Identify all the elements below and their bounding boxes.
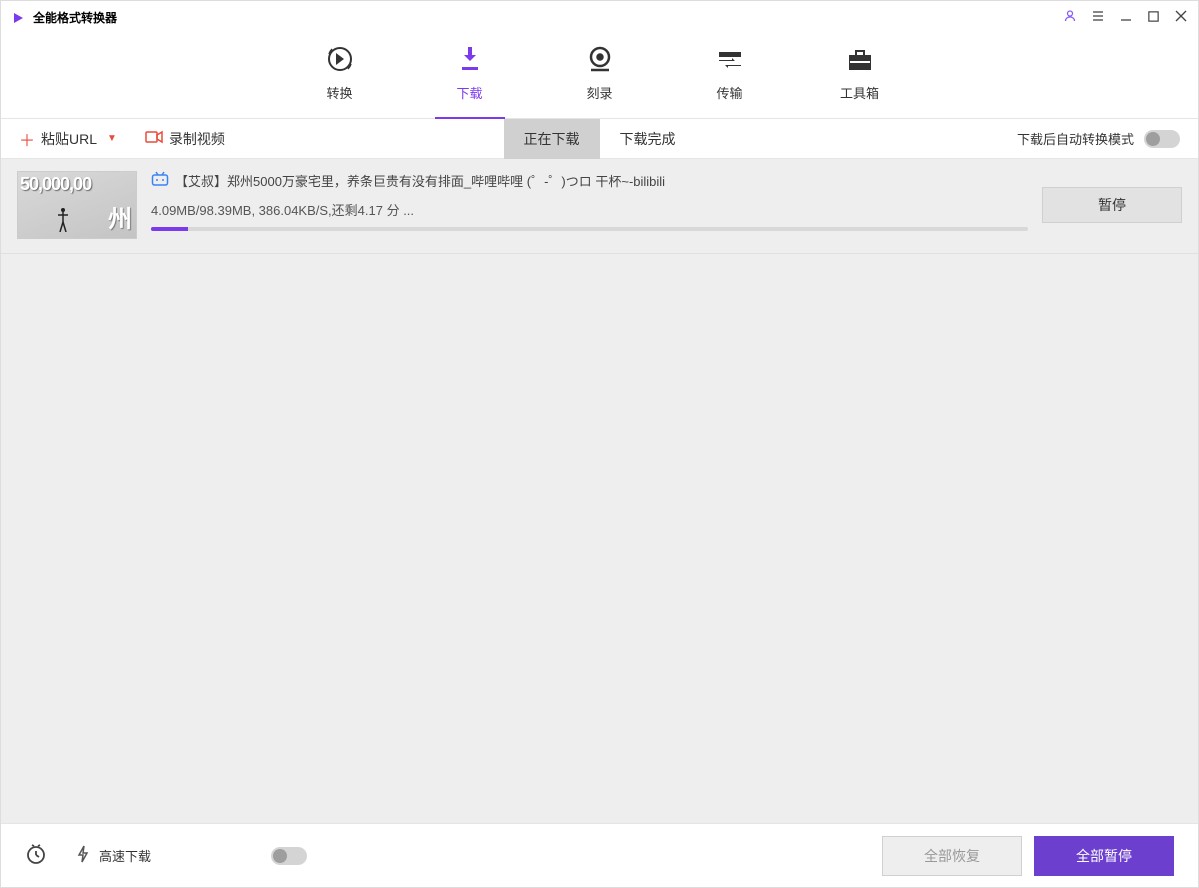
pause-label: 暂停 xyxy=(1098,195,1126,215)
bolt-icon xyxy=(77,845,89,866)
record-video-label: 录制视频 xyxy=(169,129,225,149)
footer: 高速下载 全部恢复 全部暂停 xyxy=(1,823,1198,887)
auto-convert-label: 下载后自动转换模式 xyxy=(1017,129,1134,148)
paste-url-label: 粘贴URL xyxy=(41,129,97,149)
resume-all-label: 全部恢复 xyxy=(924,846,980,866)
nav-convert[interactable]: 转换 xyxy=(310,41,370,118)
nav-transfer[interactable]: 传输 xyxy=(700,41,760,118)
tab-label: 下载完成 xyxy=(620,129,676,149)
nav-label: 刻录 xyxy=(586,83,612,102)
sub-toolbar: ＋ 粘贴URL ▼ 录制视频 正在下载 下载完成 下载后自动转换模式 xyxy=(1,119,1198,159)
nav-label: 传输 xyxy=(716,83,742,102)
nav-label: 转换 xyxy=(326,83,352,102)
chevron-down-icon: ▼ xyxy=(107,133,117,144)
camera-icon xyxy=(145,130,163,147)
download-progress-text: 4.09MB/98.39MB, 386.04KB/S,还剩4.17 分 ... xyxy=(151,200,1028,219)
download-icon xyxy=(454,41,486,77)
bilibili-icon xyxy=(151,171,169,190)
thumb-figure xyxy=(58,207,68,232)
thumb-text: 50,000,00 xyxy=(20,174,91,195)
toolbox-icon xyxy=(844,41,876,77)
pause-all-button[interactable]: 全部暂停 xyxy=(1034,836,1174,876)
video-thumbnail[interactable]: 50,000,00 州 xyxy=(17,171,137,239)
close-icon[interactable] xyxy=(1174,9,1188,26)
clock-icon[interactable] xyxy=(25,843,47,868)
paste-url-button[interactable]: ＋ 粘贴URL ▼ xyxy=(19,127,117,151)
nav-label: 下载 xyxy=(456,83,482,102)
download-list: 50,000,00 州 【艾叔】郑州5000万豪宅里，养条巨贵有没有排面_哔哩哔… xyxy=(1,159,1198,823)
progress-bar xyxy=(151,227,1028,231)
app-title: 全能格式转换器 xyxy=(33,9,117,26)
nav-label: 工具箱 xyxy=(840,83,879,102)
convert-icon xyxy=(324,41,356,77)
maximize-icon[interactable] xyxy=(1147,10,1160,26)
disc-icon xyxy=(584,41,616,77)
pause-button[interactable]: 暂停 xyxy=(1042,187,1182,223)
transfer-icon xyxy=(714,41,746,77)
resume-all-button[interactable]: 全部恢复 xyxy=(882,836,1022,876)
thumb-char: 州 xyxy=(108,199,132,234)
tab-completed[interactable]: 下载完成 xyxy=(600,119,696,159)
menu-icon[interactable] xyxy=(1091,9,1105,26)
main-nav: 转换 下载 刻录 传输 工具箱 xyxy=(1,33,1198,119)
pause-all-label: 全部暂停 xyxy=(1076,846,1132,866)
plus-icon: ＋ xyxy=(19,127,35,151)
tab-label: 正在下载 xyxy=(524,129,580,149)
tab-downloading[interactable]: 正在下载 xyxy=(504,119,600,159)
minimize-icon[interactable] xyxy=(1119,9,1133,26)
nav-toolbox[interactable]: 工具箱 xyxy=(830,41,890,118)
app-logo-icon xyxy=(11,11,25,25)
app-window: 全能格式转换器 转换 xyxy=(0,0,1199,888)
auto-convert-toggle[interactable] xyxy=(1144,130,1180,148)
download-title: 【艾叔】郑州5000万豪宅里，养条巨贵有没有排面_哔哩哔哩 (゜-゜)つロ 干杯… xyxy=(175,171,665,190)
download-item: 50,000,00 州 【艾叔】郑州5000万豪宅里，养条巨贵有没有排面_哔哩哔… xyxy=(1,159,1198,254)
nav-burn[interactable]: 刻录 xyxy=(570,41,630,118)
speed-label: 高速下载 xyxy=(99,846,151,865)
nav-download[interactable]: 下载 xyxy=(440,41,500,118)
titlebar: 全能格式转换器 xyxy=(1,1,1198,33)
progress-fill xyxy=(151,227,188,231)
user-icon[interactable] xyxy=(1063,9,1077,26)
speed-toggle[interactable] xyxy=(271,847,307,865)
record-video-button[interactable]: 录制视频 xyxy=(145,129,225,149)
